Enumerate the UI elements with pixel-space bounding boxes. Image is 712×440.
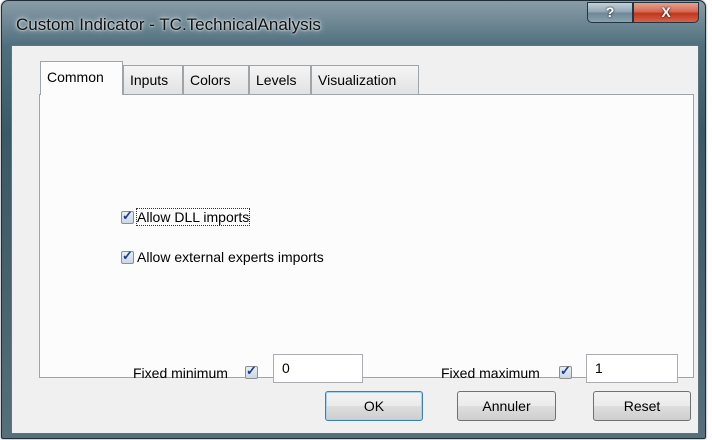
tab-colors[interactable]: Colors — [183, 65, 249, 94]
tab-common[interactable]: Common — [40, 61, 123, 95]
fixed-minimum-checkbox[interactable] — [245, 363, 258, 379]
allow-external-checkbox[interactable] — [121, 248, 134, 264]
fixed-minimum-input[interactable]: 0 — [273, 354, 363, 383]
fixed-maximum-input[interactable]: 1 — [586, 354, 678, 383]
help-icon: ? — [605, 4, 615, 20]
close-icon: X — [661, 4, 671, 20]
allow-dll-label[interactable]: Allow DLL imports — [135, 208, 251, 226]
tab-visualization[interactable]: Visualization — [311, 65, 419, 94]
dialog-client-area: Common Inputs Colors Levels Visualizatio… — [11, 45, 699, 434]
ok-button[interactable]: OK — [325, 391, 423, 421]
tab-inputs[interactable]: Inputs — [123, 65, 183, 94]
allow-external-label[interactable]: Allow external experts imports — [137, 249, 324, 265]
window-title: Custom Indicator - TC.TechnicalAnalysis — [16, 15, 321, 34]
dialog-window: Custom Indicator - TC.TechnicalAnalysis … — [1, 0, 706, 439]
close-button[interactable]: X — [633, 2, 699, 23]
reset-button[interactable]: Reset — [593, 391, 691, 421]
fixed-maximum-label: Fixed maximum — [441, 365, 540, 381]
common-tab-panel: Allow DLL imports Allow external experts… — [39, 94, 694, 383]
tab-levels[interactable]: Levels — [249, 65, 311, 94]
fixed-maximum-checkbox[interactable] — [559, 363, 572, 379]
fixed-minimum-label: Fixed minimum — [133, 365, 228, 381]
allow-dll-checkbox[interactable] — [121, 208, 134, 224]
cancel-button[interactable]: Annuler — [457, 391, 556, 421]
help-button[interactable]: ? — [587, 2, 633, 23]
